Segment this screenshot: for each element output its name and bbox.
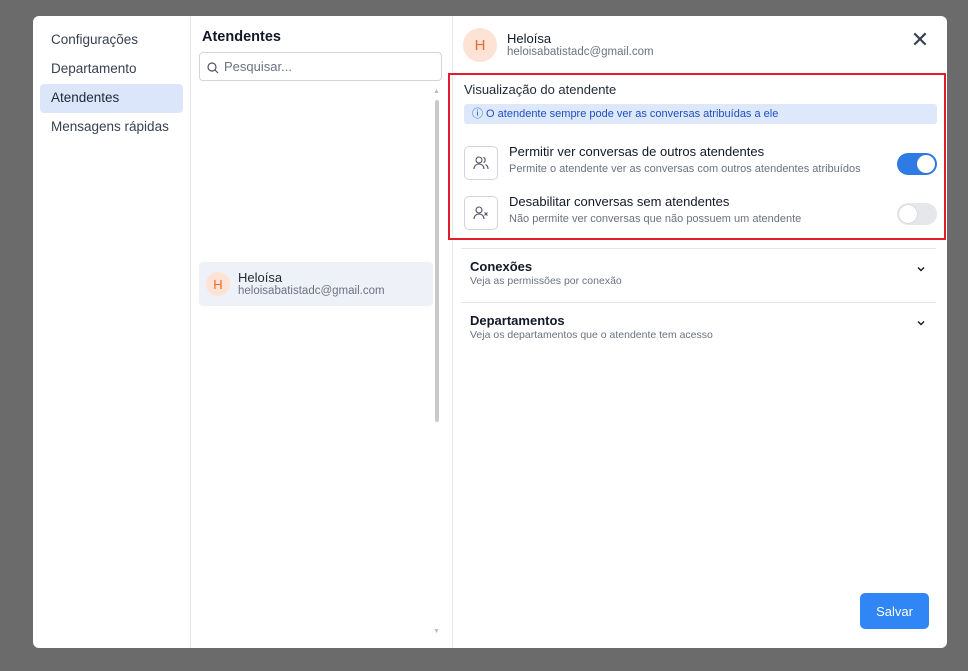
option-title: Desabilitar conversas sem atendentes	[509, 194, 730, 209]
option-description: Não permite ver conversas que não possue…	[509, 213, 802, 225]
list-item-email: heloisabatistadc@gmail.com	[238, 284, 385, 297]
view-other-conversations-toggle[interactable]	[897, 153, 937, 175]
list-scrollbar[interactable]	[435, 100, 439, 422]
option-title: Permitir ver conversas de outros atenden…	[509, 144, 765, 159]
chevron-down-icon[interactable]	[915, 263, 927, 275]
info-banner: ⓘ O atendente sempre pode ver as convers…	[464, 104, 937, 124]
attendants-list-title: Atendentes	[202, 29, 281, 45]
accordion-description: Veja as permissões por conexão	[470, 275, 622, 287]
option-description: Permite o atendente ver as conversas com…	[509, 163, 861, 175]
attendant-email: heloisabatistadc@gmail.com	[507, 46, 654, 58]
attendant-detail-panel: H Heloísa heloisabatistadc@gmail.com ✕ V…	[448, 16, 947, 648]
attendant-settings-modal: Configurações Departamento Atendentes Me…	[33, 16, 947, 648]
close-icon[interactable]: ✕	[910, 29, 930, 51]
avatar: H	[463, 28, 497, 62]
save-button[interactable]: Salvar	[860, 593, 929, 629]
toggle-knob	[899, 205, 917, 223]
list-item-attendant[interactable]: H Heloísa heloisabatistadc@gmail.com	[199, 262, 433, 306]
search-input[interactable]	[224, 59, 424, 74]
accordion-title: Departamentos	[470, 313, 565, 328]
sidebar-item-atendentes[interactable]: Atendentes	[40, 84, 183, 113]
list-item-name: Heloísa	[238, 269, 283, 285]
search-icon	[207, 62, 219, 74]
visibility-section: Visualização do atendente ⓘ O atendente …	[448, 73, 946, 240]
search-box[interactable]	[199, 52, 442, 81]
scroll-down-arrow-icon[interactable]: ▼	[433, 628, 440, 635]
avatar: H	[206, 272, 230, 296]
attendant-name: Heloísa	[507, 31, 552, 46]
option-disable-unassigned-conversations: Desabilitar conversas sem atendentes Não…	[464, 193, 937, 233]
toggle-knob	[917, 155, 935, 173]
attendants-list-panel: Atendentes ▲ ▼ H Heloísa heloisabatistad…	[191, 16, 453, 648]
user-x-icon	[464, 196, 498, 230]
option-view-other-conversations: Permitir ver conversas de outros atenden…	[464, 143, 937, 183]
accordion-departamentos[interactable]: Departamentos Veja os departamentos que …	[461, 302, 936, 356]
accordion-title: Conexões	[470, 259, 533, 274]
accordion-description: Veja os departamentos que o atendente te…	[470, 329, 713, 341]
disable-unassigned-conversations-toggle[interactable]	[897, 203, 937, 225]
sidebar-item-departamento[interactable]: Departamento	[40, 55, 183, 84]
detail-header: H Heloísa heloisabatistadc@gmail.com	[463, 28, 654, 62]
users-icon	[464, 146, 498, 180]
accordion-conexoes[interactable]: Conexões Veja as permissões por conexão	[461, 248, 936, 302]
settings-sidebar: Configurações Departamento Atendentes Me…	[33, 16, 191, 648]
chevron-down-icon[interactable]	[915, 317, 927, 329]
visibility-section-title: Visualização do atendente	[464, 82, 617, 97]
sidebar-item-mensagens-rapidas[interactable]: Mensagens rápidas	[40, 113, 183, 142]
sidebar-item-configuracoes[interactable]: Configurações	[40, 26, 183, 55]
scroll-up-arrow-icon[interactable]: ▲	[433, 88, 440, 95]
